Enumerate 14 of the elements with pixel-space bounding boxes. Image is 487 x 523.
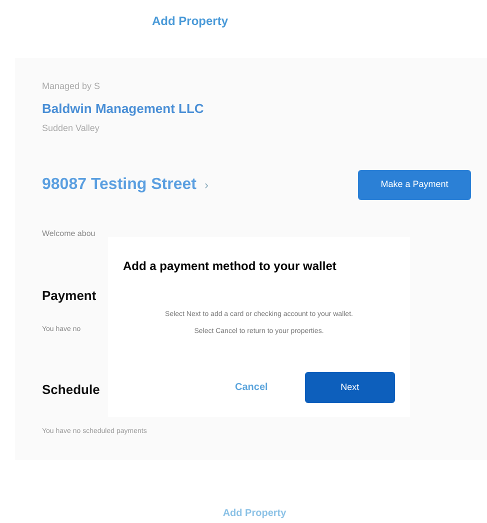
add-property-link[interactable]: Add Property — [152, 12, 228, 30]
next-button[interactable]: Next — [304, 372, 395, 403]
address-caret: › — [204, 176, 208, 194]
address-link[interactable]: 98087 Testing Street — [42, 172, 196, 196]
section-heading: Payment — [42, 286, 96, 305]
managed-by-label: Managed by S — [42, 80, 102, 93]
welcome-text: Welcome abou — [42, 228, 96, 240]
dialog-title: Add a payment method to your wallet — [123, 258, 338, 275]
manager-link[interactable]: Baldwin Management LLC — [42, 98, 471, 118]
cancel-link[interactable]: Cancel — [235, 380, 268, 395]
make-payment-button[interactable]: Make a Payment — [358, 170, 471, 200]
section-heading: Schedule — [42, 380, 100, 398]
community-name: Sudden Valley — [42, 122, 100, 135]
add-property-link[interactable]: Add Property — [222, 506, 286, 521]
